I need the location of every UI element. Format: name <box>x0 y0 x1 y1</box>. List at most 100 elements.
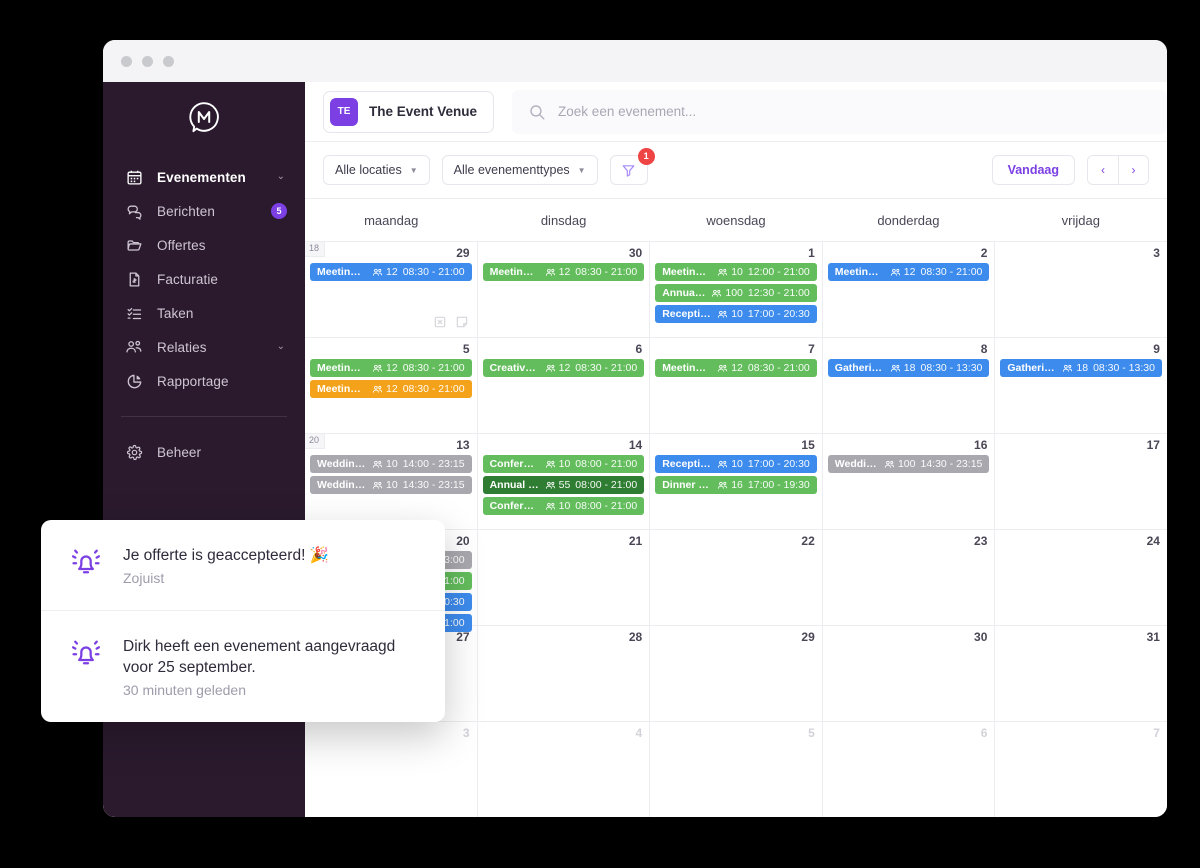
calendar-day-cell[interactable]: 7 <box>995 722 1167 817</box>
notification-item[interactable]: Je offerte is geaccepteerd! 🎉 Zojuist <box>41 520 445 610</box>
week-number: 18 <box>305 242 326 257</box>
calendar-day-cell[interactable]: 9 Gathering A... 18 08:30 - 13:30 <box>995 338 1167 433</box>
notification-title: Je offerte is geaccepteerd! 🎉 <box>123 547 329 564</box>
app-logo[interactable] <box>103 100 305 134</box>
event-time: 08:30 - 13:30 <box>920 362 983 374</box>
chevron-down-icon: ⌄ <box>276 341 285 352</box>
screenshot-stage: Evenementen ⌄ Berichten 5 Offertes Factu… <box>0 0 1200 868</box>
calendar-day-cell[interactable]: 15 Reception, ... 10 17:00 - 20:30 Dinner Da… <box>650 434 823 529</box>
window-maximize-dot[interactable] <box>163 55 174 67</box>
sidebar-item-relaties[interactable]: Relaties ⌄ <box>103 330 305 364</box>
event-type-filter-select[interactable]: Alle evenementtypes ▼ <box>441 155 598 185</box>
add-note-icon[interactable] <box>455 315 469 329</box>
sidebar-item-rapportage[interactable]: Rapportage <box>103 364 305 398</box>
calendar-day-cell[interactable]: 30 <box>823 626 996 721</box>
location-filter-select[interactable]: Alle locaties ▼ <box>323 155 430 185</box>
block-day-icon[interactable] <box>433 315 447 329</box>
venue-switcher[interactable]: TE The Event Venue <box>323 90 495 133</box>
calendar-day-cell[interactable]: 17 <box>995 434 1167 529</box>
calendar-day-cell[interactable]: 29 <box>650 626 823 721</box>
calendar-event-chip[interactable]: Meeting gat... 12 08:30 - 21:00 <box>655 359 817 377</box>
day-number: 15 <box>801 438 815 452</box>
event-time: 08:30 - 21:00 <box>747 362 810 374</box>
calendar-day-cell[interactable]: 31 <box>995 626 1167 721</box>
sidebar-item-evenementen[interactable]: Evenementen ⌄ <box>103 160 305 194</box>
day-number: 6 <box>635 342 643 356</box>
window-close-dot[interactable] <box>121 55 132 67</box>
sidebar-item-taken[interactable]: Taken <box>103 296 305 330</box>
calendar-day-cell[interactable]: 3 <box>995 242 1167 337</box>
window-minimize-dot[interactable] <box>142 55 153 67</box>
calendar-event-chip[interactable]: Annual Sum... 55 08:00 - 21:00 <box>482 476 645 494</box>
event-title: Meeting AB... <box>317 383 366 395</box>
sidebar-item-offertes[interactable]: Offertes <box>103 228 305 262</box>
calendar-event-chip[interactable]: Wedding A&A 10 14:00 - 23:15 <box>310 455 472 473</box>
calendar-event-chip[interactable]: Meeting 12... 12 08:30 - 21:00 <box>482 263 645 281</box>
calendar-event-chip[interactable]: Conference ... 10 08:00 - 21:00 <box>482 497 645 515</box>
sidebar-item-facturatie[interactable]: Facturatie <box>103 262 305 296</box>
calendar-day-cell[interactable]: 2 Meeting AB... 12 08:30 - 21:00 <box>823 242 996 337</box>
calendar-event-chip[interactable]: Meeting AB... 12 08:30 - 21:00 <box>827 263 990 281</box>
calendar-event-chip[interactable]: Annual Su... 100 12:30 - 21:00 <box>655 284 817 302</box>
attendee-count: 10 <box>717 458 743 470</box>
invoice-icon <box>125 270 143 288</box>
calendar-event-chip[interactable]: Meeting in ... 12 08:30 - 21:00 <box>310 359 472 377</box>
calendar-day-cell[interactable]: 7 Meeting gat... 12 08:30 - 21:00 <box>650 338 823 433</box>
day-number: 23 <box>974 534 988 548</box>
calendar-day-cell[interactable]: 5Meeting in ...1208:30 - 21:00Meeting AB… <box>305 338 478 433</box>
calendar-event-chip[interactable]: Reception, ... 10 17:00 - 20:30 <box>655 455 817 473</box>
calendar-day-cell[interactable]: 6 Creative Se... 12 08:30 - 21:00 <box>478 338 651 433</box>
notification-item[interactable]: Dirk heeft een evenement aangevraagd voo… <box>41 609 445 722</box>
calendar-day-cell[interactable]: 6 <box>823 722 996 817</box>
calendar-day-cell[interactable]: 4 <box>478 722 651 817</box>
day-number: 29 <box>456 246 470 260</box>
calendar-event-chip[interactable]: Creative Se... 12 08:30 - 21:00 <box>482 359 645 377</box>
calendar-event-chip[interactable]: Wedding Th... 10 14:30 - 23:15 <box>310 476 472 494</box>
calendar-day-cell[interactable]: 8 Gathering A... 18 08:30 - 13:30 <box>823 338 996 433</box>
calendar-day-cell[interactable]: 21 <box>478 530 651 625</box>
event-time: 08:30 - 21:00 <box>402 383 465 395</box>
calendar-event-chip[interactable]: Gathering A... 18 08:30 - 13:30 <box>1000 359 1162 377</box>
sidebar-item-beheer[interactable]: Beheer <box>103 435 305 469</box>
day-number: 13 <box>456 438 470 452</box>
calendar-event-chip[interactable]: Conference ... 10 08:00 - 21:00 <box>482 455 645 473</box>
advanced-filter-button[interactable]: 1 <box>609 148 655 185</box>
calendar-event-chip[interactable]: Meeting AB... 12 08:30 - 21:00 <box>310 380 472 398</box>
chat-icon <box>125 202 143 220</box>
calendar-day-cell[interactable]: 1 Meeting AB... 10 12:00 - 21:00 Annual Su..… <box>650 242 823 337</box>
prev-period-button[interactable]: ‹ <box>1088 156 1118 184</box>
event-title: Dinner Dan... <box>662 479 712 491</box>
calendar-week-row: 20 13 Wedding A&A 10 14:00 - 23:15 Wedding Th… <box>305 434 1167 530</box>
calendar-event-chip[interactable]: Wedding J... 100 14:30 - 23:15 <box>827 455 990 473</box>
calendar-day-cell[interactable]: 18 29 Meeting AB... 12 08:30 - 21:00 <box>305 242 478 337</box>
gear-icon <box>125 443 143 461</box>
sidebar-item-berichten[interactable]: Berichten 5 <box>103 194 305 228</box>
calendar-event-chip[interactable]: Meeting AB... 10 12:00 - 21:00 <box>655 263 817 281</box>
event-time: 14:30 - 23:15 <box>920 458 983 470</box>
notification-timestamp: 30 minuten geleden <box>123 681 246 698</box>
calendar-event-chip[interactable]: Meeting AB... 12 08:30 - 21:00 <box>310 263 472 281</box>
calendar-event-chip[interactable]: Reception, ... 10 17:00 - 20:30 <box>655 305 817 323</box>
search-input[interactable]: Zoek een evenement... <box>512 89 1167 134</box>
calendar-event-chip[interactable]: Gathering A... 18 08:30 - 13:30 <box>827 359 990 377</box>
next-period-button[interactable]: › <box>1118 156 1148 184</box>
event-time: 17:00 - 19:30 <box>747 479 810 491</box>
calendar-event-chip[interactable]: Dinner Dan... 16 17:00 - 19:30 <box>655 476 817 494</box>
location-filter-label: Alle locaties <box>335 163 402 177</box>
calendar-day-cell[interactable]: 28 <box>478 626 651 721</box>
today-button[interactable]: Vandaag <box>991 155 1075 185</box>
calendar-day-cell[interactable]: 23 <box>823 530 996 625</box>
day-number: 28 <box>628 630 643 644</box>
calendar-day-cell[interactable]: 22 <box>650 530 823 625</box>
calendar-day-cell[interactable]: 20 13 Wedding A&A 10 14:00 - 23:15 Wedding Th… <box>305 434 478 529</box>
calendar-day-cell[interactable]: 24 <box>995 530 1167 625</box>
calendar-day-cell[interactable]: 3 <box>305 722 478 817</box>
event-title: Wedding A&A <box>317 458 366 470</box>
calendar-week-row: 3 4 5 6 7 <box>305 722 1167 817</box>
calendar-day-cell[interactable]: 5 <box>650 722 823 817</box>
event-time: 08:30 - 21:00 <box>920 266 983 278</box>
calendar-day-cell[interactable]: 14Conference ...1008:00 - 21:00Annual Su… <box>478 434 651 529</box>
calendar-day-cell[interactable]: 16 Wedding J... 100 14:30 - 23:15 <box>823 434 996 529</box>
day-number: 7 <box>1153 726 1160 740</box>
calendar-day-cell[interactable]: 30 Meeting 12... 12 08:30 - 21:00 <box>478 242 651 337</box>
